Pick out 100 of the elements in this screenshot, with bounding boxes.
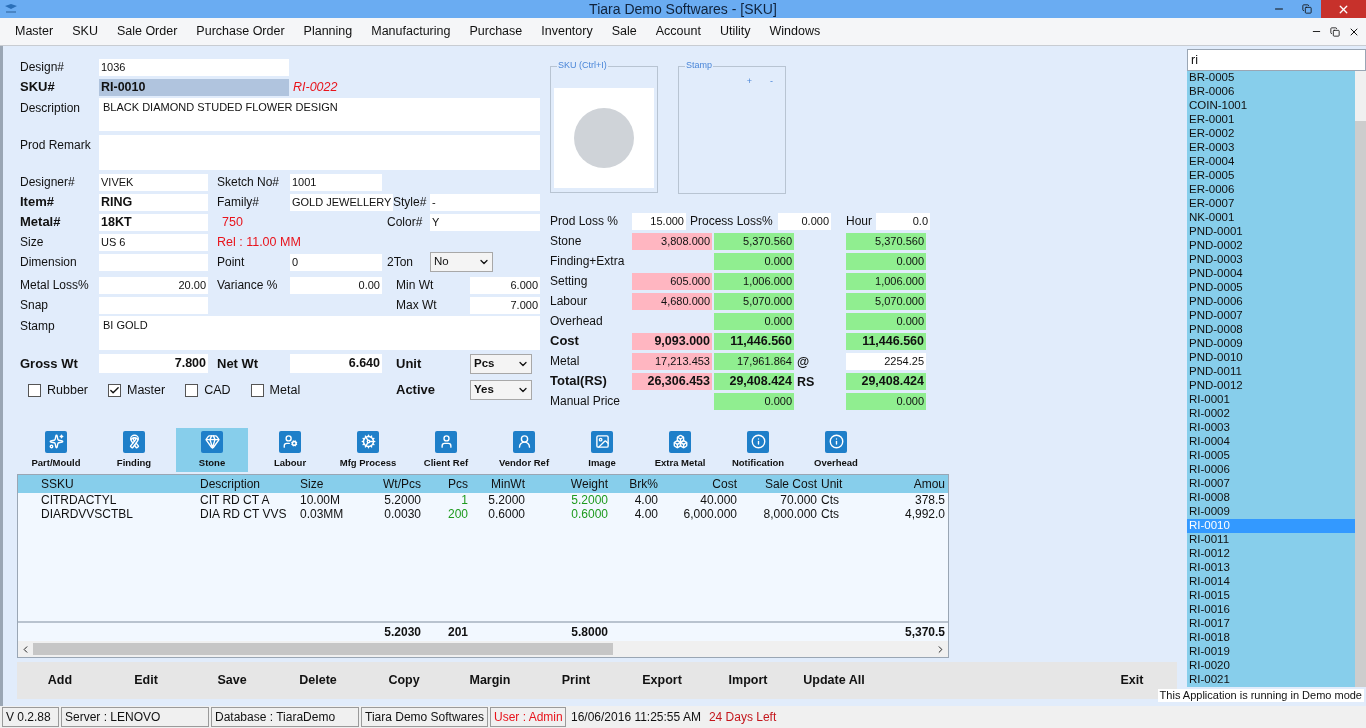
text-field[interactable]: 0 (290, 253, 382, 271)
horizontal-scrollbar[interactable] (18, 641, 948, 657)
checkbox[interactable] (250, 383, 264, 397)
list-item[interactable]: PND-0008 (1187, 323, 1355, 337)
text-field[interactable]: Y (430, 213, 540, 231)
list-item[interactable]: RI-0009 (1187, 505, 1355, 519)
text-field[interactable]: 1036 (99, 58, 289, 76)
text-field[interactable]: 7.000 (470, 296, 540, 314)
menu-item[interactable]: SKU (72, 22, 98, 41)
text-field[interactable]: 5,070.000 (846, 292, 926, 310)
list-item[interactable]: PND-0005 (1187, 281, 1355, 295)
list-item[interactable]: RI-0020 (1187, 659, 1355, 673)
text-field[interactable]: - (430, 193, 540, 211)
list-item[interactable]: RI-0021 (1187, 673, 1355, 687)
action-button[interactable]: Update All (791, 670, 877, 691)
list-item[interactable]: RI-0003 (1187, 421, 1355, 435)
list-item[interactable]: ER-0004 (1187, 155, 1355, 169)
list-item[interactable]: RI-0005 (1187, 449, 1355, 463)
text-field[interactable]: 7.800 (99, 354, 208, 373)
text-field[interactable]: 11,446.560 (714, 332, 794, 350)
tab[interactable]: Vendor Ref (488, 428, 560, 472)
text-field[interactable]: 17,213.453 (632, 352, 712, 370)
text-field[interactable]: 11,446.560 (846, 332, 926, 350)
list-item[interactable]: PND-0001 (1187, 225, 1355, 239)
menu-item[interactable]: Purchase (469, 22, 523, 41)
text-field[interactable]: 29,408.424 (714, 372, 794, 390)
text-field[interactable]: 4,680.000 (632, 292, 712, 310)
menu-item[interactable]: Manufacturing (371, 22, 451, 41)
tab[interactable]: Image (566, 428, 638, 472)
list-item[interactable]: RI-0017 (1187, 617, 1355, 631)
text-field[interactable]: 0.000 (714, 312, 794, 330)
tab[interactable]: Labour (254, 428, 326, 472)
list-item[interactable]: PND-0004 (1187, 267, 1355, 281)
action-button[interactable]: Save (189, 670, 275, 691)
list-item[interactable]: RI-0001 (1187, 393, 1355, 407)
menu-item[interactable]: Purchase Order (196, 22, 285, 41)
list-item[interactable]: PND-0007 (1187, 309, 1355, 323)
text-field[interactable]: VIVEK (99, 173, 208, 191)
tab[interactable]: Overhead (800, 428, 872, 472)
text-field[interactable]: 17,961.864 (714, 352, 794, 370)
text-field[interactable]: 26,306.453 (632, 372, 712, 390)
menu-item[interactable]: Planning (303, 22, 353, 41)
tab[interactable]: Client Ref (410, 428, 482, 472)
tab[interactable]: Notification (722, 428, 794, 472)
text-field[interactable]: BI GOLD (99, 316, 540, 350)
list-item[interactable]: RI-0012 (1187, 547, 1355, 561)
list-item[interactable]: NK-0001 (1187, 211, 1355, 225)
menu-item[interactable]: Sale (611, 22, 637, 41)
text-field[interactable]: 5,370.560 (714, 232, 794, 250)
menu-item[interactable]: Inventory (541, 22, 593, 41)
list-item[interactable]: ER-0002 (1187, 127, 1355, 141)
list-item[interactable]: BR-0006 (1187, 85, 1355, 99)
tab[interactable]: Stone (176, 428, 248, 472)
action-button[interactable]: Delete (275, 670, 361, 691)
action-button[interactable]: Margin (447, 670, 533, 691)
list-item[interactable]: PND-0012 (1187, 379, 1355, 393)
text-field[interactable] (99, 296, 208, 314)
checkbox[interactable] (108, 383, 121, 397)
list-item[interactable]: RI-0016 (1187, 603, 1355, 617)
text-field[interactable]: 15.000 (632, 212, 686, 230)
text-field[interactable] (99, 135, 540, 170)
text-field[interactable]: 9,093.000 (632, 332, 712, 350)
list-item[interactable]: ER-0006 (1187, 183, 1355, 197)
action-button[interactable]: Edit (103, 670, 189, 691)
text-field[interactable]: 2254.25 (846, 352, 926, 370)
text-field[interactable]: RI-0010 (99, 78, 289, 96)
list-item[interactable]: RI-0007 (1187, 477, 1355, 491)
text-field[interactable]: 6.000 (470, 276, 540, 294)
list-item[interactable]: RI-0002 (1187, 407, 1355, 421)
text-field[interactable]: 3,808.000 (632, 232, 712, 250)
list-item[interactable]: PND-0003 (1187, 253, 1355, 267)
list-item[interactable]: RI-0015 (1187, 589, 1355, 603)
menu-item[interactable]: Windows (769, 22, 821, 41)
text-field[interactable]: GOLD JEWELLERY (290, 193, 393, 211)
action-button[interactable]: Print (533, 670, 619, 691)
tab[interactable]: Extra Metal (644, 428, 716, 472)
list-item[interactable]: RI-0011 (1187, 533, 1355, 547)
dropdown[interactable]: Yes (470, 380, 532, 400)
action-button[interactable]: Exit (1089, 670, 1175, 691)
text-field[interactable]: 1,006.000 (846, 272, 926, 290)
list-item[interactable]: COIN-1001 (1187, 99, 1355, 113)
text-field[interactable]: 5,370.560 (846, 232, 926, 250)
close-button[interactable] (1321, 0, 1366, 18)
list-item[interactable]: PND-0006 (1187, 295, 1355, 309)
text-field[interactable]: RING (99, 193, 208, 211)
text-field[interactable]: 0.000 (778, 212, 831, 230)
text-field[interactable]: 1001 (290, 173, 382, 191)
dropdown[interactable]: No (430, 252, 493, 272)
list-item[interactable]: ER-0005 (1187, 169, 1355, 183)
list-item[interactable]: RI-0019 (1187, 645, 1355, 659)
list-item[interactable]: RI-0006 (1187, 463, 1355, 477)
text-field[interactable]: 605.000 (632, 272, 712, 290)
menu-item[interactable]: Sale Order (116, 22, 178, 41)
text-field[interactable]: 0.000 (846, 252, 926, 270)
text-field[interactable]: 1,006.000 (714, 272, 794, 290)
restore-icon[interactable] (1330, 26, 1340, 37)
list-item[interactable]: RI-0018 (1187, 631, 1355, 645)
text-field[interactable]: 5,070.000 (714, 292, 794, 310)
text-field[interactable]: 0.000 (846, 312, 926, 330)
text-field[interactable] (99, 253, 208, 271)
